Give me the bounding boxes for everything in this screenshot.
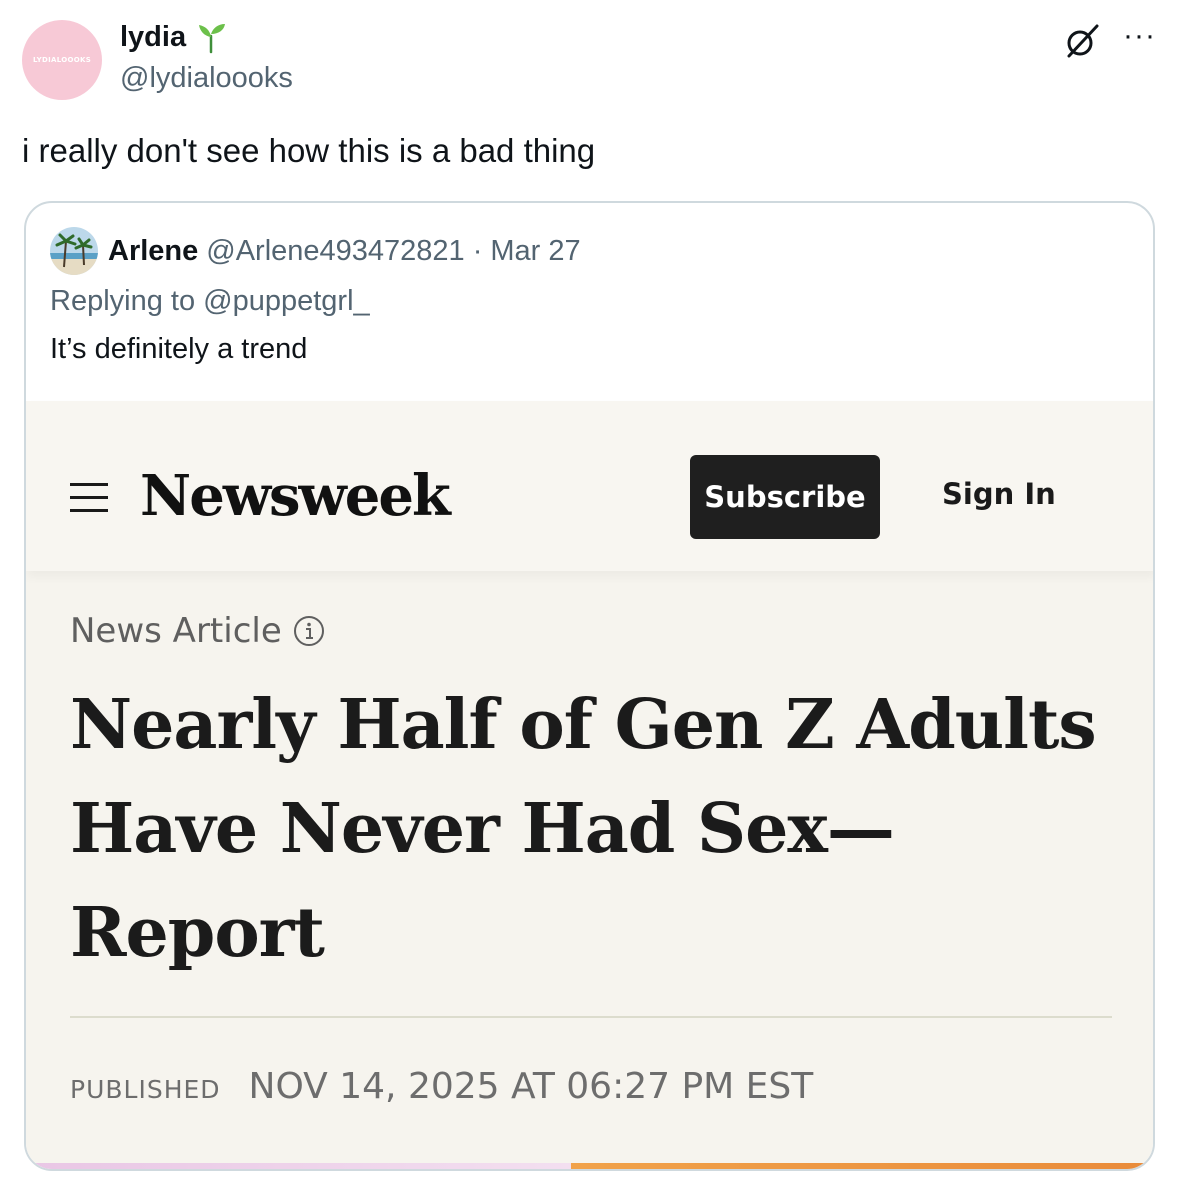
- decorative-bottom-bar: [26, 1163, 1153, 1169]
- article-type-label: News Article: [70, 611, 326, 651]
- quote-text: It’s definitely a trend: [50, 333, 308, 365]
- article-divider: [70, 1016, 1112, 1018]
- quote-media-image[interactable]: Newsweek Subscribe Sign In News Article …: [26, 401, 1153, 1169]
- published-date: NOV 14, 2025 AT 06:27 PM EST: [248, 1066, 814, 1107]
- info-icon: [292, 614, 326, 648]
- newsweek-header: Newsweek Subscribe Sign In: [26, 401, 1153, 571]
- author-name-row: lydia: [120, 20, 228, 54]
- subscribe-button: Subscribe: [690, 455, 880, 539]
- quote-avatar[interactable]: [50, 227, 98, 275]
- grok-icon[interactable]: [1063, 22, 1101, 60]
- quote-separator: ·: [472, 234, 483, 267]
- sign-in-link: Sign In: [942, 477, 1056, 511]
- quoted-tweet[interactable]: Arlene @Arlene493472821 · Mar 27 Replyin…: [24, 201, 1155, 1171]
- quote-display-name[interactable]: Arlene: [108, 235, 198, 268]
- sprout-icon: [194, 20, 228, 54]
- avatar-text: LYDIALOOOKS: [32, 56, 92, 64]
- quote-date[interactable]: Mar 27: [490, 235, 580, 268]
- bottom-bar-right: [571, 1163, 1151, 1169]
- quote-header: Arlene @Arlene493472821 · Mar 27: [50, 227, 581, 275]
- newsweek-logo: Newsweek: [140, 463, 451, 529]
- hamburger-menu-icon: [70, 483, 108, 513]
- more-options-icon[interactable]: ···: [1123, 21, 1156, 51]
- author-avatar[interactable]: LYDIALOOOKS: [22, 20, 102, 100]
- top-actions: ···: [1063, 21, 1156, 60]
- bottom-bar-left: [26, 1163, 571, 1169]
- author-display-name[interactable]: lydia: [120, 21, 186, 54]
- author-handle[interactable]: @lydialoooks: [120, 62, 293, 95]
- tweet-text: i really don't see how this is a bad thi…: [22, 132, 596, 169]
- tweet: LYDIALOOOKS lydia @lydialoooks ··· i rea…: [0, 0, 1192, 1190]
- replying-to: Replying to @puppetgrl_: [50, 285, 370, 318]
- published-label: PUBLISHED: [70, 1075, 221, 1104]
- replying-prefix: Replying to: [50, 285, 196, 317]
- article-type-text: News Article: [70, 611, 282, 651]
- quote-handle[interactable]: @Arlene493472821: [206, 235, 464, 268]
- article-headline: Nearly Half of Gen Z Adults Have Never H…: [70, 685, 1097, 973]
- published-info: PUBLISHED NOV 14, 2025 AT 06:27 PM EST: [70, 1066, 813, 1107]
- replying-mention[interactable]: @puppetgrl_: [203, 285, 370, 317]
